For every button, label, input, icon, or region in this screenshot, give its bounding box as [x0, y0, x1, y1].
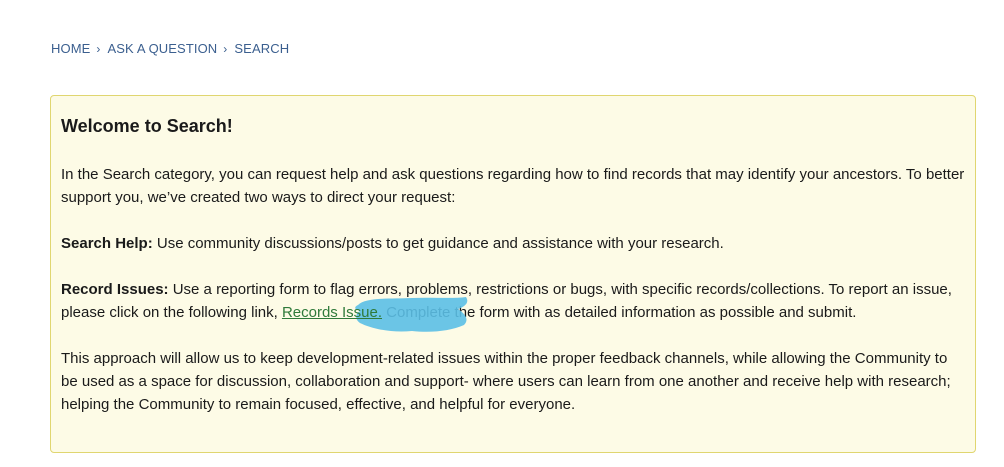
breadcrumb-separator: › [96, 41, 101, 56]
search-help-text: Use community discussions/posts to get g… [152, 235, 724, 252]
breadcrumb-separator: › [223, 41, 228, 56]
breadcrumb-search[interactable]: SEARCH [234, 41, 289, 56]
welcome-notice-box: Welcome to Search! In the Search categor… [50, 95, 976, 453]
record-issues-label: Record Issues: [61, 281, 169, 298]
record-issues-paragraph: Record Issues: Use a reporting form to f… [61, 278, 965, 324]
breadcrumb-ask-a-question[interactable]: ASK A QUESTION [108, 41, 218, 56]
breadcrumb-home[interactable]: HOME [51, 41, 90, 56]
record-issues-text-after: Complete the form with as detailed infor… [382, 304, 857, 321]
search-help-paragraph: Search Help: Use community discussions/p… [61, 232, 965, 255]
records-issue-link[interactable]: Records Issue. [282, 304, 382, 321]
breadcrumb: HOME › ASK A QUESTION › SEARCH [51, 41, 289, 56]
notice-title: Welcome to Search! [61, 116, 233, 136]
approach-paragraph: This approach will allow us to keep deve… [61, 350, 951, 413]
notice-intro: In the Search category, you can request … [61, 166, 965, 206]
search-help-label: Search Help: [61, 235, 153, 252]
